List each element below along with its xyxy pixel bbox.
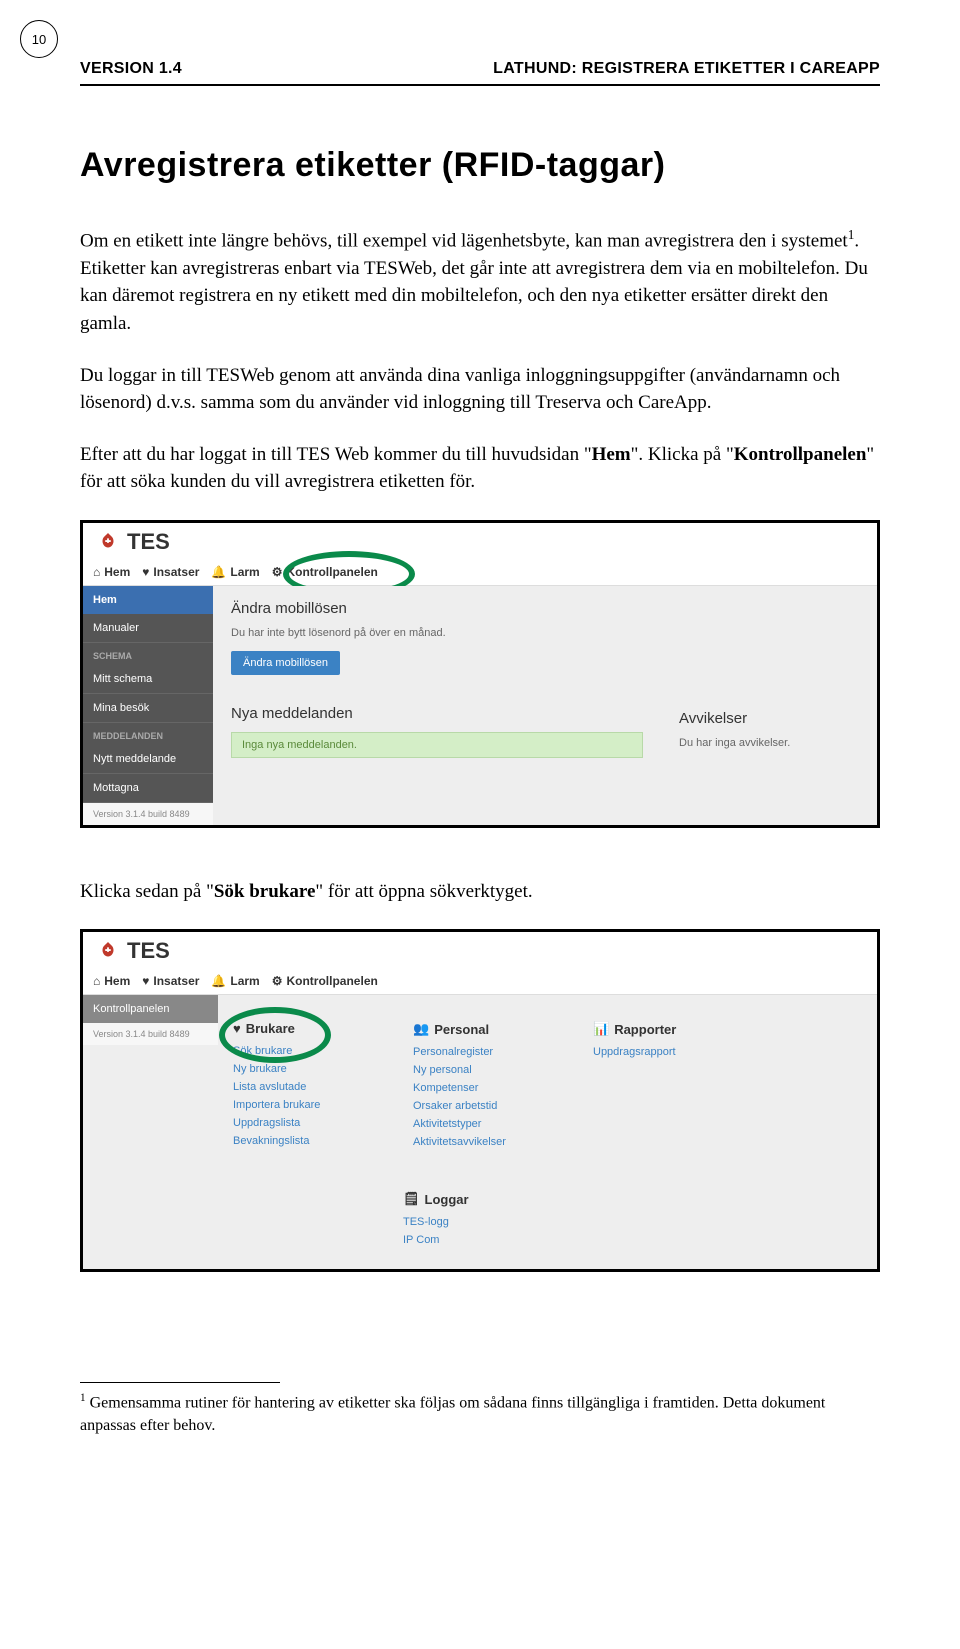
link-bevakningslista[interactable]: Bevakningslista	[233, 1132, 383, 1150]
sidebar-item-manualer[interactable]: Manualer	[83, 614, 213, 643]
no-messages: Inga nya meddelanden.	[231, 732, 643, 758]
col-personal: 👥 Personal Personalregister Ny personal K…	[413, 1021, 563, 1151]
nav-larm[interactable]: 🔔 Larm	[211, 565, 259, 579]
avvikelser-sub: Du har inga avvikelser.	[679, 737, 859, 749]
link-orsaker[interactable]: Orsaker arbetstid	[413, 1097, 563, 1115]
link-uppdragslista[interactable]: Uppdragslista	[233, 1114, 383, 1132]
sidebar-header-schema: SCHEMA	[83, 643, 213, 665]
link-ny-brukare[interactable]: Ny brukare	[233, 1060, 383, 1078]
col-rapporter: 📊 Rapporter Uppdragsrapport	[593, 1021, 743, 1151]
home-icon: ⌂	[93, 974, 100, 988]
cogs-icon: ⚙	[272, 565, 283, 579]
nav-label: Hem	[104, 974, 130, 988]
nav-kontrollpanelen[interactable]: ⚙Kontrollpanelen	[272, 974, 378, 988]
link-aktivitetsavvikelser[interactable]: Aktivitetsavvikelser	[413, 1133, 563, 1151]
sidebar-item-mittschema[interactable]: Mitt schema	[83, 665, 213, 694]
screenshot-1: TES ⌂ Hem ♥ Insatser 🔔 Larm ⚙Kontrollpanele…	[80, 520, 880, 828]
nav-label: Larm	[230, 565, 259, 579]
tes-logo-icon	[97, 940, 119, 962]
paragraph-1: Om en etikett inte längre behövs, till e…	[80, 225, 880, 338]
heart-icon: ♥	[142, 565, 149, 579]
sidebar-item-nytt[interactable]: Nytt meddelande	[83, 745, 213, 774]
footnote-text: Gemensamma rutiner för hantering av etik…	[80, 1395, 825, 1434]
section-avvikelser: Avvikelser	[679, 710, 859, 727]
nav-kontrollpanelen[interactable]: ⚙Kontrollpanelen	[272, 565, 378, 579]
text: " för att öppna sökverktyget.	[315, 881, 532, 902]
text: Efter att du har loggat in till TES Web …	[80, 444, 592, 465]
nav-label: Hem	[104, 565, 130, 579]
link-sok-brukare[interactable]: Sök brukare	[233, 1042, 383, 1060]
section-sub: Du har inte bytt lösenord på över en mån…	[231, 627, 643, 639]
nav-larm[interactable]: 🔔 Larm	[211, 974, 259, 988]
chart-icon: 📊	[593, 1021, 609, 1037]
page-number: 10	[20, 20, 58, 58]
text: Om en etikett inte längre behövs, till e…	[80, 230, 848, 251]
nav-hem[interactable]: ⌂ Hem	[93, 974, 130, 988]
bold-text: Kontrollpanelen	[734, 444, 867, 465]
link-importera[interactable]: Importera brukare	[233, 1096, 383, 1114]
bold-text: Sök brukare	[214, 881, 316, 902]
sidebar-version: Version 3.1.4 build 8489	[83, 803, 213, 825]
sidebar-item-minabesok[interactable]: Mina besök	[83, 694, 213, 723]
nav-label: Kontrollpanelen	[286, 974, 377, 988]
nav-label: Kontrollpanelen	[286, 565, 377, 579]
link-ip-com[interactable]: IP Com	[403, 1231, 857, 1249]
tes-logo-text: TES	[127, 529, 170, 555]
nav-insatser[interactable]: ♥ Insatser	[142, 974, 199, 988]
col-header: Loggar	[425, 1192, 469, 1207]
link-ny-personal[interactable]: Ny personal	[413, 1061, 563, 1079]
heart-icon: ♥	[233, 1021, 241, 1036]
sidebar-header-meddelanden: MEDDELANDEN	[83, 723, 213, 745]
header-title: LATHUND: REGISTRERA ETIKETTER I CAREAPP	[493, 60, 880, 78]
text: ". Klicka på "	[631, 444, 734, 465]
link-aktivitetstyper[interactable]: Aktivitetstyper	[413, 1115, 563, 1133]
footnote-rule	[80, 1382, 280, 1383]
col-brukare: ♥ Brukare Sök brukare Ny brukare Lista av…	[233, 1021, 383, 1151]
header-version: VERSION 1.4	[80, 60, 182, 78]
cogs-icon: ⚙	[272, 974, 283, 988]
nav-label: Larm	[230, 974, 259, 988]
home-icon: ⌂	[93, 565, 100, 579]
users-icon: 👥	[413, 1021, 429, 1037]
paragraph-3: Efter att du har loggat in till TES Web …	[80, 441, 880, 496]
footnote: 1 Gemensamma rutiner för hantering av et…	[80, 1391, 880, 1437]
paragraph-4: Klicka sedan på "Sök brukare" för att öp…	[80, 878, 880, 906]
nav-insatser[interactable]: ♥ Insatser	[142, 565, 199, 579]
section-meddelanden: Nya meddelanden	[231, 705, 643, 722]
bell-icon: 🔔	[211, 565, 226, 579]
nav-label: Insatser	[153, 974, 199, 988]
bell-icon: 🔔	[211, 974, 226, 988]
text: Klicka sedan på "	[80, 881, 214, 902]
tes-logo-icon	[97, 531, 119, 553]
link-uppdragsrapport[interactable]: Uppdragsrapport	[593, 1043, 743, 1061]
nav-hem[interactable]: ⌂ Hem	[93, 565, 130, 579]
bold-text: Hem	[592, 444, 631, 465]
link-kompetenser[interactable]: Kompetenser	[413, 1079, 563, 1097]
sidebar: Hem Manualer SCHEMA Mitt schema Mina bes…	[83, 586, 213, 825]
col-header: Personal	[434, 1022, 489, 1037]
tes-logo-text: TES	[127, 938, 170, 964]
andra-button[interactable]: Ändra mobillösen	[231, 651, 340, 675]
paragraph-2: Du loggar in till TESWeb genom att använ…	[80, 362, 880, 417]
nav-label: Insatser	[153, 565, 199, 579]
sidebar-item-mottagna[interactable]: Mottagna	[83, 774, 213, 803]
col-header: Rapporter	[614, 1022, 676, 1037]
sidebar-item-hem[interactable]: Hem	[83, 586, 213, 614]
section-andra: Ändra mobillösen	[231, 600, 643, 617]
heart-icon: ♥	[142, 974, 149, 988]
screenshot-2: TES ⌂ Hem ♥ Insatser 🔔 Larm ⚙Kontrollpanele…	[80, 929, 880, 1272]
link-lista-avslutade[interactable]: Lista avslutade	[233, 1078, 383, 1096]
link-personalregister[interactable]: Personalregister	[413, 1043, 563, 1061]
log-icon: 🗒	[403, 1191, 420, 1207]
page-title: Avregistrera etiketter (RFID-taggar)	[80, 146, 880, 185]
link-tes-logg[interactable]: TES-logg	[403, 1213, 857, 1231]
col-header: Brukare	[246, 1021, 295, 1036]
